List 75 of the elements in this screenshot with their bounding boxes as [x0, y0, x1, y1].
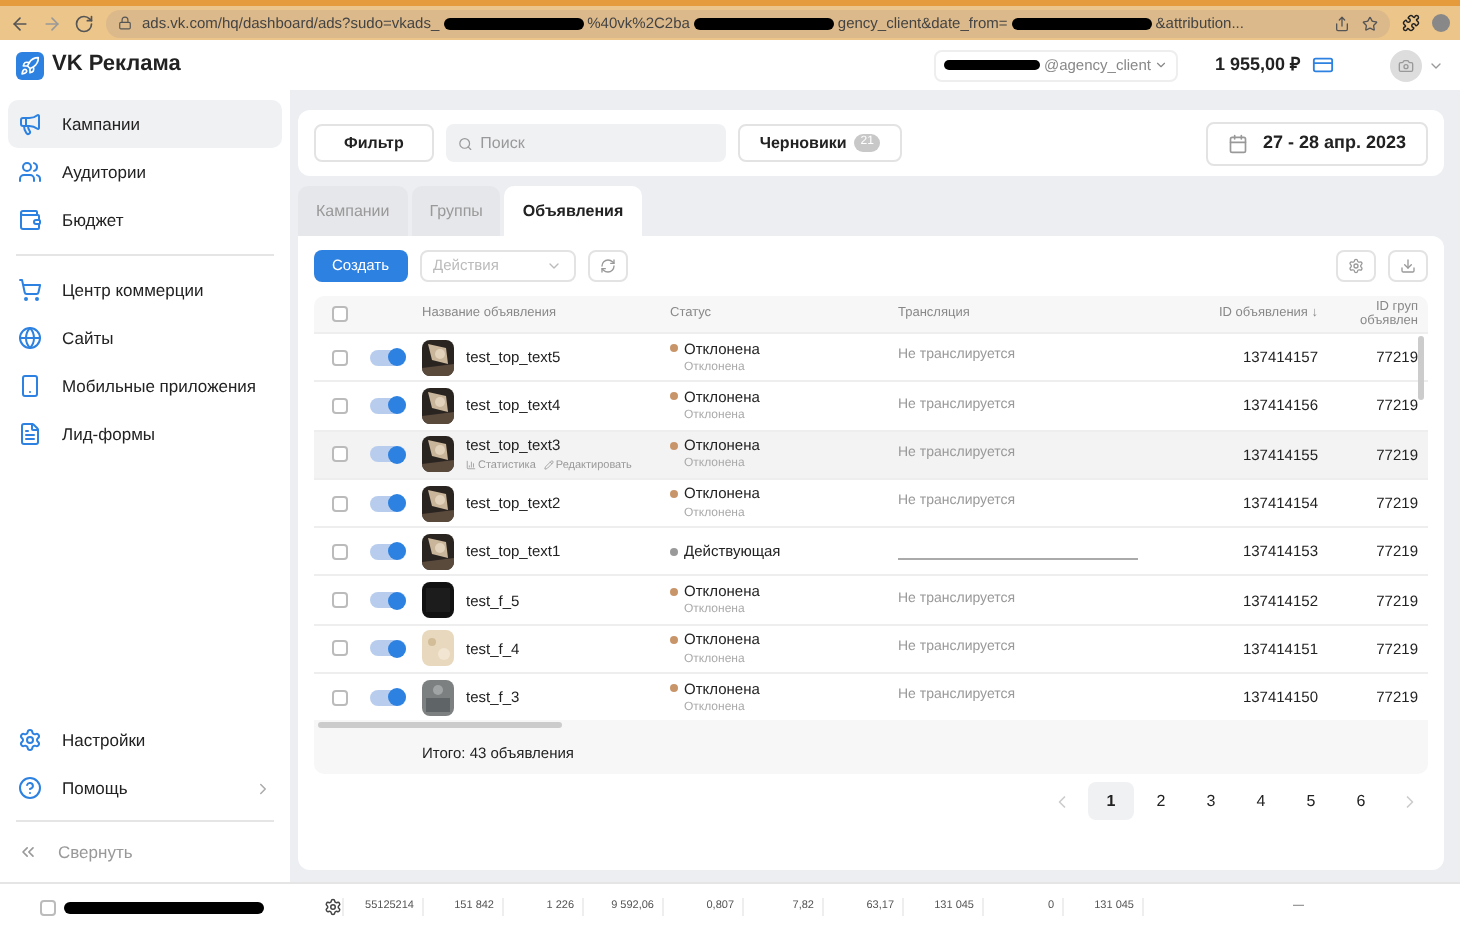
profile-avatar[interactable] [1390, 49, 1422, 81]
cart-icon [18, 278, 42, 302]
page-button[interactable]: 5 [1288, 782, 1334, 821]
toggle-switch[interactable] [370, 640, 406, 657]
scrollbar-thumb [1418, 336, 1424, 400]
back-icon[interactable] [10, 13, 30, 33]
sidebar-item[interactable]: Настройки [8, 716, 282, 764]
people-icon [18, 160, 42, 184]
page-button[interactable]: 1 [1088, 782, 1134, 821]
row-checkbox[interactable] [332, 543, 348, 560]
search-input[interactable]: Поиск [480, 131, 714, 155]
select-all-checkbox[interactable] [332, 306, 348, 322]
sidebar-item[interactable]: Аудитории [8, 148, 282, 196]
row-checkbox[interactable] [332, 689, 348, 706]
row-checkbox[interactable] [332, 397, 348, 414]
megaphone-icon [18, 112, 42, 136]
search-icon [457, 135, 473, 151]
sidebar-item[interactable]: Помощь [8, 764, 282, 812]
settings-icon[interactable] [324, 898, 342, 916]
sidebar-item[interactable]: Мобильные приложения [8, 362, 282, 410]
sidebar-item[interactable]: Бюджет [8, 196, 282, 244]
row-checkbox[interactable] [332, 592, 348, 609]
sidebar-item[interactable]: Центр коммерции [8, 266, 282, 314]
forward-icon[interactable] [42, 13, 62, 33]
chart-icon [466, 460, 476, 471]
redaction-bar [443, 17, 584, 29]
lock-icon [118, 16, 132, 30]
download-button[interactable] [1388, 250, 1428, 282]
toggle-switch[interactable] [370, 495, 406, 512]
settings-icon [18, 728, 42, 752]
page-button[interactable]: 3 [1188, 782, 1234, 821]
refresh-icon [599, 258, 616, 274]
row-checkbox[interactable] [332, 349, 348, 366]
sidebar-item[interactable]: Лид-формы [8, 410, 282, 458]
toggle-switch[interactable] [370, 543, 406, 560]
page-button[interactable]: 2 [1138, 782, 1184, 821]
row-checkbox[interactable] [332, 446, 348, 463]
double-chevron-icon [18, 842, 38, 862]
star-icon[interactable] [1362, 15, 1378, 31]
settings-button[interactable] [1336, 250, 1376, 282]
search-field[interactable]: Поиск [445, 124, 726, 162]
settings-icon [1348, 258, 1364, 274]
toggle-switch[interactable] [370, 592, 406, 609]
tab[interactable]: Объявления [504, 186, 642, 236]
share-icon[interactable] [1334, 15, 1350, 31]
page-button[interactable]: 4 [1238, 782, 1284, 821]
toggle-switch[interactable] [370, 397, 406, 414]
help-icon [18, 776, 42, 800]
calendar-icon [1227, 133, 1248, 153]
toggle-switch[interactable] [370, 349, 406, 366]
row-checkbox[interactable] [332, 640, 348, 657]
download-icon [1400, 258, 1416, 274]
phone-icon [18, 374, 42, 398]
reload-icon[interactable] [74, 13, 94, 33]
sidebar-item[interactable]: Сайты [8, 314, 282, 362]
redaction-bar [1011, 17, 1152, 29]
chevron-icon [545, 258, 562, 274]
balance-text: 1 955,00 ₽ [1214, 51, 1300, 78]
refresh-button[interactable] [587, 250, 628, 282]
document-icon [18, 422, 42, 446]
sidebar-item[interactable]: Кампании [8, 100, 282, 148]
row-checkbox[interactable] [332, 495, 348, 512]
logo-text: VK Реклама [52, 50, 181, 81]
chevron-icon [1154, 58, 1169, 72]
date-range-button[interactable]: 27 - 28 апр. 2023 [1205, 121, 1428, 165]
toggle-switch[interactable] [370, 446, 406, 463]
redaction-bar [693, 17, 834, 29]
globe-icon [18, 326, 42, 350]
filter-button[interactable]: Фильтр [314, 124, 434, 162]
toggle-switch[interactable] [370, 689, 406, 706]
page-button[interactable]: 6 [1338, 782, 1384, 821]
puzzle-icon[interactable] [1402, 14, 1420, 32]
pencil-icon [543, 460, 554, 471]
logo-icon [16, 51, 44, 79]
avatar-icon[interactable] [1432, 14, 1450, 32]
